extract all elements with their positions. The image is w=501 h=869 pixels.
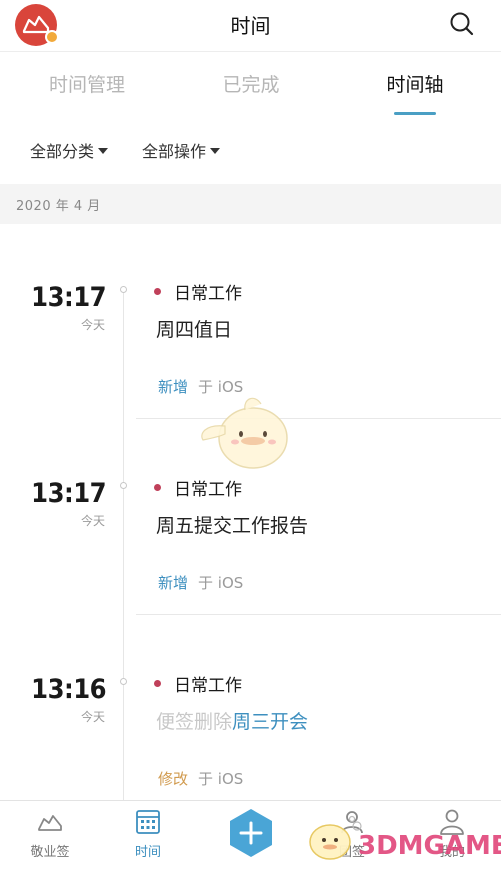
timeline-node <box>120 286 127 293</box>
entry-action: 新增 <box>158 378 189 396</box>
calendar-icon <box>136 810 160 834</box>
caret-down-icon <box>210 148 221 154</box>
note-link[interactable]: 周三开会 <box>232 711 308 733</box>
tab-bar: 时间管理 已完成 时间轴 <box>0 56 501 118</box>
timeline-entry[interactable]: 13:17 今天 日常工作 周五提交工作报告 新增于 iOS <box>0 420 501 616</box>
nav-label: 时间 <box>134 845 161 860</box>
entry-category: 日常工作 <box>174 284 242 304</box>
divider <box>136 614 501 615</box>
nav-label: 我的 <box>438 845 465 860</box>
entry-source: 于 iOS <box>198 770 244 788</box>
timeline-node <box>120 678 127 685</box>
action-filter-dropdown[interactable]: 全部操作 <box>142 138 221 162</box>
entry-source: 于 iOS <box>198 574 244 592</box>
filter-bar: 全部分类 全部操作 <box>0 130 501 170</box>
nav-label: 团签 <box>338 845 365 860</box>
entry-meta: 新增于 iOS <box>158 572 243 593</box>
nav-label: 敬业签 <box>30 845 70 860</box>
page-title: 时间 <box>230 14 271 38</box>
entry-time: 13:17 <box>31 478 106 509</box>
category-dot-icon <box>154 288 161 295</box>
active-tab-indicator <box>394 112 436 115</box>
app-header: 时间 <box>0 0 501 52</box>
nav-item-me[interactable]: 我的 <box>402 807 501 867</box>
entry-day: 今天 <box>80 318 105 332</box>
add-button[interactable] <box>227 807 275 859</box>
tab-completed[interactable]: 已完成 <box>181 70 321 97</box>
action-filter-label: 全部操作 <box>142 142 207 161</box>
entry-action: 新增 <box>158 574 189 592</box>
entry-action: 修改 <box>158 770 189 788</box>
entry-meta: 修改于 iOS <box>158 768 243 789</box>
deleted-note-text: 便签删除 <box>156 711 233 733</box>
entry-day: 今天 <box>80 514 105 528</box>
entry-category: 日常工作 <box>174 676 242 696</box>
category-filter-dropdown[interactable]: 全部分类 <box>30 138 109 162</box>
person-icon <box>440 809 464 835</box>
entry-meta: 新增于 iOS <box>158 376 243 397</box>
house-icon <box>38 815 62 831</box>
month-header: 2020 年 4 月 <box>0 184 501 224</box>
divider <box>136 418 501 419</box>
entry-time: 13:17 <box>31 282 106 313</box>
search-icon[interactable] <box>448 10 476 38</box>
team-icon <box>341 811 363 834</box>
category-dot-icon <box>154 484 161 491</box>
nav-item-time[interactable]: 时间 <box>98 807 198 867</box>
caret-down-icon <box>98 148 109 154</box>
nav-item-jingyeqian[interactable]: 敬业签 <box>0 807 100 867</box>
entry-text[interactable]: 周五提交工作报告 <box>156 511 308 538</box>
category-filter-label: 全部分类 <box>30 142 95 161</box>
tab-time-management[interactable]: 时间管理 <box>17 70 157 97</box>
tab-timeline[interactable]: 时间轴 <box>345 70 485 97</box>
timeline-node <box>120 482 127 489</box>
entry-text[interactable]: 周四值日 <box>156 315 232 342</box>
nav-item-team[interactable]: 团签 <box>302 807 402 867</box>
month-label: 2020 年 4 月 <box>16 199 101 214</box>
entry-category: 日常工作 <box>174 480 242 500</box>
timeline-entry[interactable]: 13:17 今天 日常工作 周四值日 新增于 iOS <box>0 224 501 420</box>
timeline-list[interactable]: 13:17 今天 日常工作 周四值日 新增于 iOS 13:17 今天 日常工作… <box>0 224 501 800</box>
entry-source: 于 iOS <box>198 378 244 396</box>
entry-day: 今天 <box>80 710 105 724</box>
plus-icon <box>230 809 272 857</box>
entry-text[interactable]: 便签删除周三开会 <box>156 707 308 734</box>
bottom-navigation: 敬业签 时间 团签 我的 <box>0 800 501 869</box>
category-dot-icon <box>154 680 161 687</box>
timeline-entry[interactable]: 13:16 今天 日常工作 便签删除周三开会 修改于 iOS <box>0 616 501 800</box>
entry-time: 13:16 <box>31 674 106 705</box>
